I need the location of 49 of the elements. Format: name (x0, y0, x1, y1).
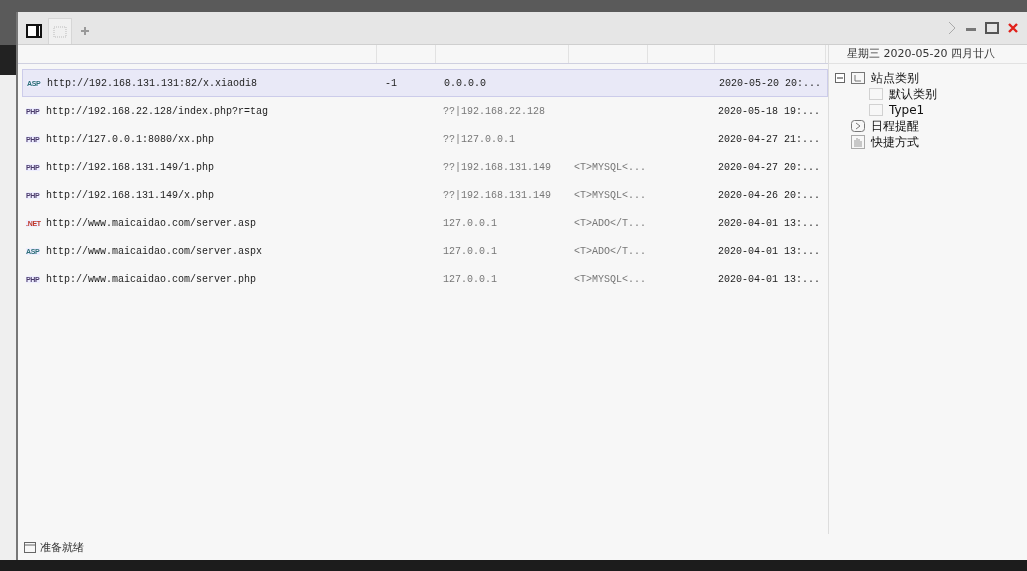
table-cell-text: 127.0.0.1 (443, 217, 498, 229)
panel-icon (26, 24, 42, 38)
table-cell-text: ??|192.168.22.128 (443, 105, 547, 117)
table-cell-text: <T>MYSQL<... (574, 189, 647, 201)
category-icon (851, 72, 865, 84)
tree-item[interactable]: 站点类别 (835, 70, 1027, 86)
table-cell: 2020-04-27 20:... (718, 161, 822, 173)
close-icon[interactable] (1007, 22, 1019, 34)
table-cell: 2020-05-20 20:... (719, 77, 823, 89)
maximize-icon[interactable] (985, 22, 999, 34)
table-cell-text: http://192.168.131.149/x.php (46, 189, 216, 201)
table-cell-text: http://www.maicaidao.com/server.aspx (46, 245, 264, 257)
table-cell: 2020-04-01 13:... (718, 245, 822, 257)
table-cell-text: 127.0.0.1 (443, 245, 498, 257)
table-cell-text: http://192.168.22.128/index.php?r=tag (46, 105, 270, 117)
table-cell-text: http://192.168.131.149/1.php (46, 161, 216, 173)
window-icon (24, 541, 36, 553)
table-cell: 2020-05-18 19:... (718, 105, 822, 117)
table-cell-text: <T>ADO</T... (574, 245, 647, 257)
table-cell-text: ??|192.168.131.149 (443, 161, 553, 173)
status-text: 准备就绪 (40, 539, 84, 555)
table-cell-text: http://127.0.0.1:8080/xx.php (46, 133, 216, 145)
table-cell-text: 0.0.0.0 (444, 77, 487, 89)
folder-icon (869, 104, 883, 116)
table-cell-text: <T>ADO</T... (574, 217, 647, 229)
table-cell: 2020-04-26 20:... (718, 189, 822, 201)
play-icon (851, 120, 865, 132)
table-cell-text: ??|127.0.0.1 (443, 133, 516, 145)
date-header: 星期三 2020-05-20 四月廿八 (829, 45, 1027, 64)
blank-page-icon (53, 25, 67, 38)
table-cell: 2020-04-01 13:... (718, 273, 822, 285)
collapse-icon[interactable] (835, 73, 845, 83)
tree-item[interactable]: 快捷方式 (835, 134, 1027, 150)
table-cell-text: <T>MYSQL<... (574, 161, 647, 173)
tree-item[interactable]: 日程提醒 (835, 118, 1027, 134)
tree-item[interactable]: Type1 (835, 102, 1027, 118)
table-cell-text: -1 (385, 77, 398, 89)
table-cell-text: http://192.168.131.131:82/x.xiaodi8 (47, 77, 259, 89)
table-cell: 2020-04-27 21:... (718, 133, 822, 145)
table-cell: 2020-04-01 13:... (718, 217, 822, 229)
folder-icon (869, 88, 883, 100)
table-cell-text: <T>MYSQL<... (574, 273, 647, 285)
tree-item[interactable]: 默认类别 (835, 86, 1027, 102)
hand-icon (851, 135, 865, 149)
table-cell-text: http://www.maicaidao.com/server.asp (46, 217, 258, 229)
table-cell-text: 127.0.0.1 (443, 273, 498, 285)
table-cell-text: ??|192.168.131.149 (443, 189, 553, 201)
add-tab-icon[interactable] (80, 26, 90, 36)
table-cell-text: http://www.maicaidao.com/server.php (46, 273, 258, 285)
